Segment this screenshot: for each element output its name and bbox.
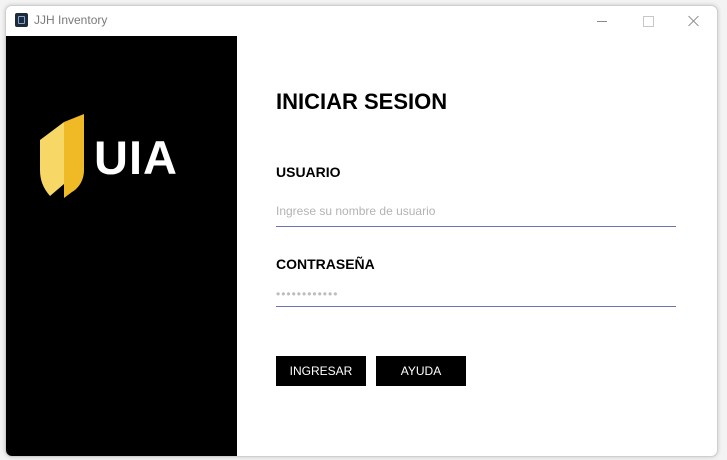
app-icon xyxy=(15,13,28,27)
login-button[interactable]: INGRESAR xyxy=(276,356,366,386)
uia-logo: UIA xyxy=(38,114,188,199)
password-label: CONTRASEÑA xyxy=(276,256,375,272)
uia-shield-icon xyxy=(40,114,84,198)
brand-panel: UIA xyxy=(6,36,237,456)
app-window: JJH Inventory UIA INICIAR SESION USUARIO… xyxy=(5,5,718,457)
page-title: INICIAR SESION xyxy=(276,89,448,114)
logo-text: UIA xyxy=(94,131,178,184)
maximize-icon xyxy=(642,15,654,27)
username-input[interactable] xyxy=(276,196,676,227)
maximize-button[interactable] xyxy=(625,6,671,36)
minimize-icon xyxy=(597,20,607,22)
title-bar[interactable]: JJH Inventory xyxy=(6,6,717,36)
close-button[interactable] xyxy=(671,6,717,36)
help-button[interactable]: AYUDA xyxy=(376,356,466,386)
window-title: JJH Inventory xyxy=(34,13,108,27)
password-input[interactable] xyxy=(276,282,676,307)
minimize-button[interactable] xyxy=(579,6,625,36)
close-icon xyxy=(688,15,700,27)
username-label: USUARIO xyxy=(276,164,341,180)
